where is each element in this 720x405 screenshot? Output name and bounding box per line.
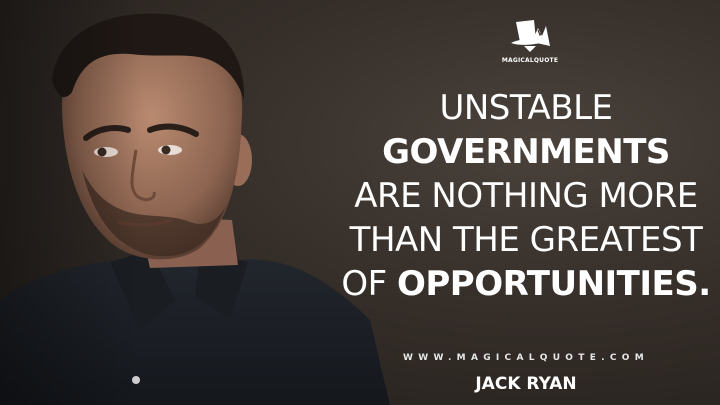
website-url: WWW.MAGICALQUOTE.COM bbox=[403, 353, 649, 363]
quote-segment: THAN THE GREATEST bbox=[349, 220, 703, 260]
brand-logo-text: MAGICALQUOTE bbox=[501, 57, 559, 64]
top-hat-icon bbox=[511, 20, 550, 52]
quote-segment: GOVERNMENTS bbox=[382, 132, 670, 172]
quote-card: MAGICALQUOTE UNSTABLE GOVERNMENTS ARE NOTH… bbox=[0, 0, 720, 405]
quote-line: UNSTABLE bbox=[340, 86, 712, 130]
quote-segment: ARE NOTHING MORE bbox=[354, 176, 698, 216]
speaker-name: JACK RYAN bbox=[475, 374, 577, 394]
quote-text: UNSTABLE GOVERNMENTS ARE NOTHING MORE THAN … bbox=[340, 86, 712, 306]
quote-line: GOVERNMENTS bbox=[340, 130, 712, 174]
quote-line: THAN THE GREATEST bbox=[340, 218, 712, 262]
quote-line: OF OPPORTUNITIES. bbox=[340, 262, 712, 306]
quote-segment: OF bbox=[341, 264, 397, 304]
quote-segment: UNSTABLE bbox=[439, 88, 613, 128]
quote-line: ARE NOTHING MORE bbox=[340, 174, 712, 218]
brand-logo: MAGICALQUOTE bbox=[500, 16, 560, 72]
quote-segment: OPPORTUNITIES. bbox=[396, 264, 711, 304]
